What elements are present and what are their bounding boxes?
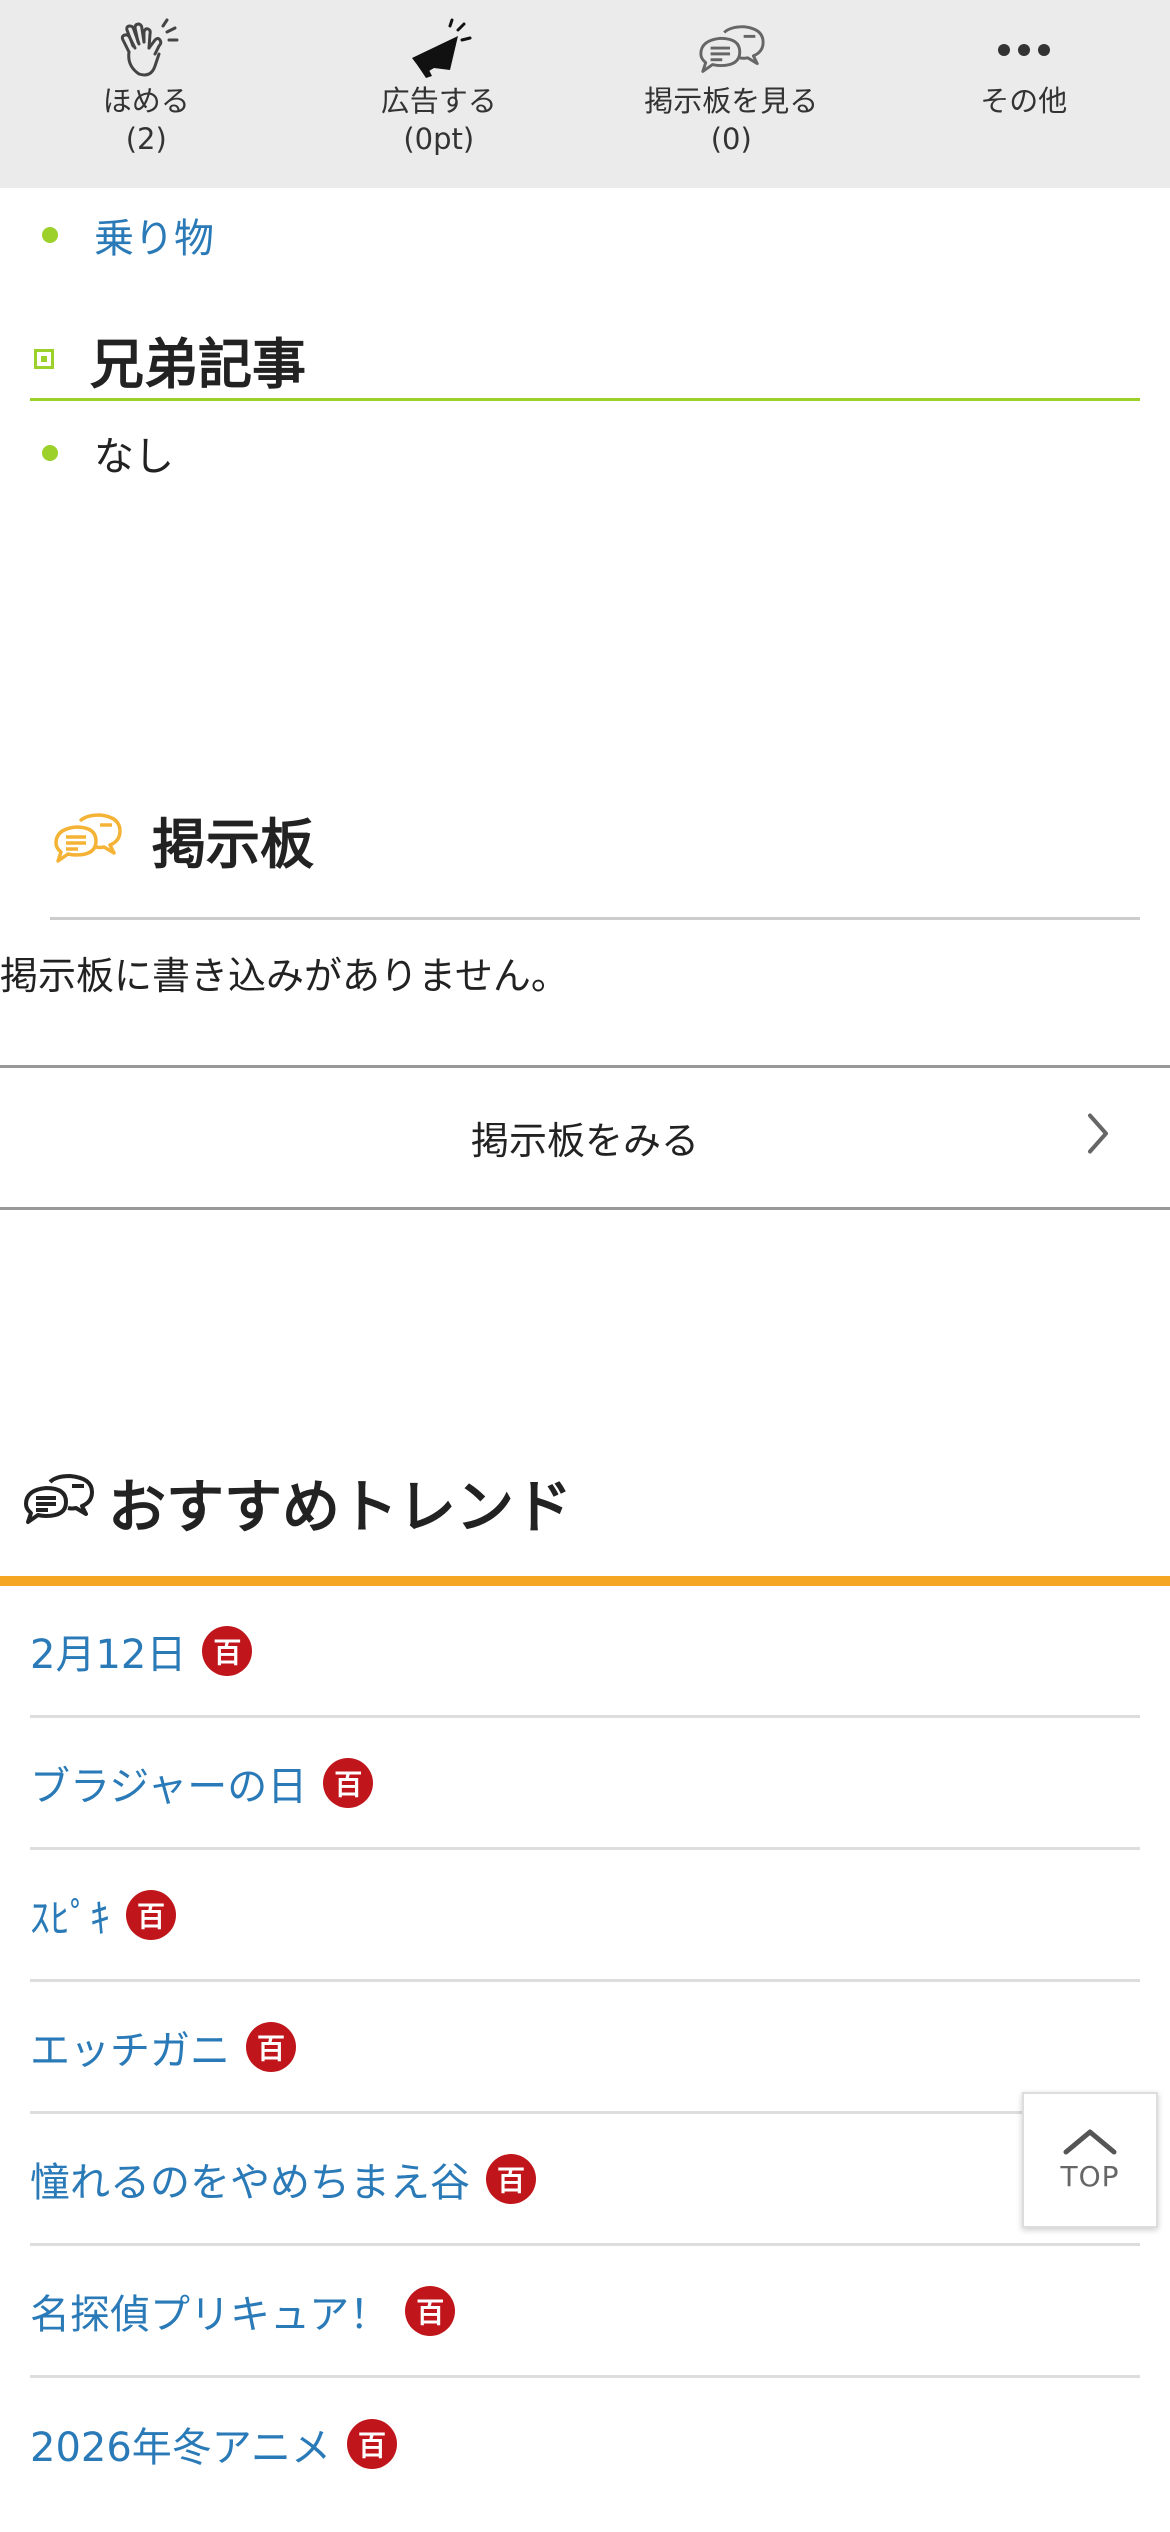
trend-item[interactable]: 名探偵プリキュア！ 百 [30,2246,1140,2378]
dic-badge-icon: 百 [405,2285,456,2336]
trend-list: 2月12日 百 ブラジャーの日 百 ｽﾋﾟｷ 百 エッチガニ 百 憧れるのをやめ… [30,1586,1140,2510]
trend-item[interactable]: エッチガニ 百 [30,1982,1140,2114]
list-item-parent: 乗り物 [30,206,214,264]
trend-link[interactable]: 2026年冬アニメ [30,2415,331,2473]
siblings-heading: 兄弟記事 [30,320,1140,401]
board-heading-text: 掲示板 [152,813,314,876]
trend-item[interactable]: 2026年冬アニメ 百 [30,2378,1140,2510]
dic-badge-icon: 百 [486,2153,536,2204]
trends-heading: おすすめトレンド [20,1460,572,1544]
advertise-button[interactable]: 広告する (0pt) [293,0,586,188]
siblings-none-text: なし [94,434,174,480]
trend-link[interactable]: エッチガニ [30,2018,230,2076]
bullet-icon [42,227,58,243]
dic-badge-icon: 百 [126,1889,176,1940]
trend-link[interactable]: ブラジャーの日 [30,1754,307,1812]
board-heading: 掲示板 [50,800,314,879]
view-board-link-button[interactable]: 掲示板をみる [0,1065,1170,1210]
chevron-right-icon [1086,1111,1110,1164]
board-chat-icon [50,811,124,869]
more-button[interactable]: その他 [878,0,1170,188]
dic-badge-icon: 百 [347,2419,397,2469]
back-to-top-button[interactable]: TOP [1022,2092,1158,2228]
trends-accent-bar [0,1576,1170,1586]
clap-icon [110,18,182,82]
advertise-label: 広告する [380,84,497,118]
chevron-up-icon [1063,2129,1117,2154]
megaphone-icon [403,18,475,82]
trend-item[interactable]: ｽﾋﾟｷ 百 [30,1850,1140,1982]
view-board-label: 掲示板を見る [644,84,819,118]
more-icon [988,18,1060,82]
view-board-button[interactable]: 掲示板を見る (0) [585,0,878,188]
trend-link[interactable]: ｽﾋﾟｷ [30,1886,110,1944]
board-empty-message: 掲示板に書き込みがありません。 [0,954,569,998]
back-to-top-label: TOP [1060,2159,1120,2193]
trends-heading-text: おすすめトレンド [108,1473,573,1541]
parent-article-link[interactable]: 乗り物 [94,206,214,264]
dic-badge-icon: 百 [323,1757,374,1808]
dic-badge-icon: 百 [202,1625,253,1676]
siblings-heading-text: 兄弟記事 [90,332,306,396]
trend-item[interactable]: ブラジャーの日 百 [30,1718,1140,1850]
trends-chat-icon [20,1472,96,1532]
chat-bubble-icon [695,18,767,82]
view-board-link-label: 掲示板をみる [470,1119,699,1163]
divider [50,917,1140,920]
action-bar: ほめる (2) 広告する (0pt) 掲示板を見る (0) その他 [0,0,1170,188]
trend-link[interactable]: 名探偵プリキュア！ [30,2282,389,2340]
trend-item[interactable]: 憧れるのをやめちまえ谷 百 [30,2114,1140,2246]
list-item-siblings: なし [30,424,174,482]
more-label: その他 [980,84,1068,118]
bullet-icon [42,445,58,461]
praise-label: ほめる [102,84,190,118]
square-bullet-icon [34,349,54,369]
trend-item[interactable]: 2月12日 百 [30,1586,1140,1718]
praise-button[interactable]: ほめる (2) [0,0,293,188]
advertise-count: (0pt) [403,122,475,156]
praise-count: (2) [125,122,167,156]
view-board-count: (0) [710,122,752,156]
trend-link[interactable]: 憧れるのをやめちまえ谷 [30,2150,470,2208]
trend-link[interactable]: 2月12日 [30,1622,186,1680]
dic-badge-icon: 百 [246,2021,296,2072]
